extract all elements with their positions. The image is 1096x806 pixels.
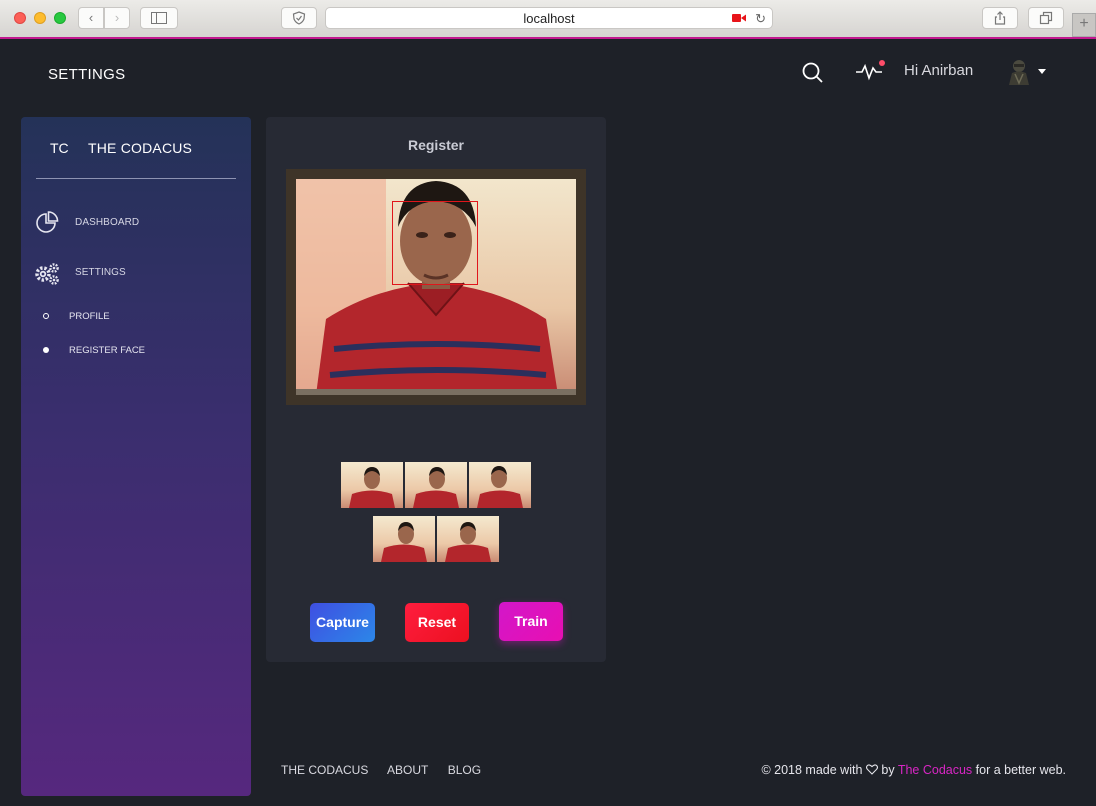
captured-face-thumbnail[interactable] xyxy=(405,462,467,508)
copyright-prefix: © 2018 made with xyxy=(761,763,863,777)
sidebar-toggle-button[interactable] xyxy=(140,7,178,29)
forward-button[interactable]: › xyxy=(104,7,130,29)
share-icon xyxy=(994,11,1006,25)
privacy-shield-button[interactable] xyxy=(281,7,317,29)
captured-face-thumbnail[interactable] xyxy=(341,462,403,508)
footer-link-codacus[interactable]: THE CODACUS xyxy=(281,763,368,777)
capture-button[interactable]: Capture xyxy=(310,603,375,642)
copyright-by: by xyxy=(881,763,895,777)
search-icon[interactable] xyxy=(802,62,824,84)
bullet-icon xyxy=(43,347,49,353)
reset-button[interactable]: Reset xyxy=(405,603,469,642)
divider xyxy=(36,178,236,179)
address-bar[interactable]: localhost ↻ xyxy=(325,7,773,29)
sidebar-subitem-label: PROFILE xyxy=(69,311,110,322)
footer-link-blog[interactable]: BLOG xyxy=(448,763,481,777)
sidebar-subitem-label: REGISTER FACE xyxy=(69,345,146,356)
train-button[interactable]: Train xyxy=(499,602,563,641)
sidebar-item-settings[interactable]: SETTINGS xyxy=(32,260,232,290)
show-tabs-button[interactable] xyxy=(1028,7,1064,29)
browser-toolbar: ‹ › localhost ↻ + xyxy=(0,0,1096,38)
browser-accent-line xyxy=(0,37,1096,39)
sidebar-subitem-profile[interactable]: PROFILE xyxy=(41,310,231,328)
sidebar-item-label: SETTINGS xyxy=(75,267,126,278)
zoom-window-button[interactable] xyxy=(54,12,66,24)
back-button[interactable]: ‹ xyxy=(78,7,104,29)
brand-name[interactable]: THE CODACUS xyxy=(88,140,192,156)
webcam-frame xyxy=(286,169,586,405)
notification-dot xyxy=(879,60,885,66)
camera-recording-icon[interactable] xyxy=(732,13,746,23)
captured-face-thumbnail[interactable] xyxy=(469,462,531,508)
reload-icon[interactable]: ↻ xyxy=(755,8,766,29)
forward-arrow-icon: › xyxy=(114,10,120,25)
footer-nav: THE CODACUS ABOUT BLOG xyxy=(281,763,497,777)
captured-faces-gallery xyxy=(266,462,606,562)
face-detection-box xyxy=(392,201,478,285)
minimize-window-button[interactable] xyxy=(34,12,46,24)
new-tab-plus-icon: + xyxy=(1079,15,1089,32)
sidebar-item-label: DASHBOARD xyxy=(75,217,140,228)
sidebar-toggle-icon xyxy=(151,12,167,24)
footer-brand-link[interactable]: The Codacus xyxy=(898,763,972,777)
new-tab-button[interactable]: + xyxy=(1072,13,1096,37)
footer-copyright: © 2018 made with by The Codacus for a be… xyxy=(761,763,1066,777)
register-card: Register Capture Reset Train xyxy=(266,117,606,662)
copyright-suffix: for a better web. xyxy=(975,763,1066,777)
webcam-bottom-strip xyxy=(296,389,576,395)
sidebar-subitem-register-face[interactable]: REGISTER FACE xyxy=(41,344,231,362)
brand-abbreviation[interactable]: TC xyxy=(50,140,69,156)
tabs-icon xyxy=(1039,11,1053,25)
heart-icon xyxy=(865,764,878,775)
back-arrow-icon: ‹ xyxy=(88,10,94,25)
close-window-button[interactable] xyxy=(14,12,26,24)
gears-icon xyxy=(35,263,59,285)
card-title: Register xyxy=(407,137,465,153)
share-button[interactable] xyxy=(982,7,1018,29)
sidebar: TC THE CODACUS DASHBOARD SETTINGS PROFIL… xyxy=(21,117,251,796)
page-title: SETTINGS xyxy=(48,66,126,83)
captured-face-thumbnail[interactable] xyxy=(437,516,499,562)
shield-icon xyxy=(292,11,306,25)
footer-link-about[interactable]: ABOUT xyxy=(387,763,428,777)
bullet-icon xyxy=(43,313,49,319)
captured-face-thumbnail[interactable] xyxy=(373,516,435,562)
webcam-video xyxy=(296,179,576,395)
pie-chart-icon xyxy=(36,211,59,233)
user-greeting[interactable]: Hi Anirban xyxy=(904,62,973,79)
user-menu-caret-icon[interactable] xyxy=(1038,69,1046,74)
sidebar-item-dashboard[interactable]: DASHBOARD xyxy=(32,210,232,240)
avatar[interactable] xyxy=(1006,58,1032,86)
url-text: localhost xyxy=(523,11,575,26)
